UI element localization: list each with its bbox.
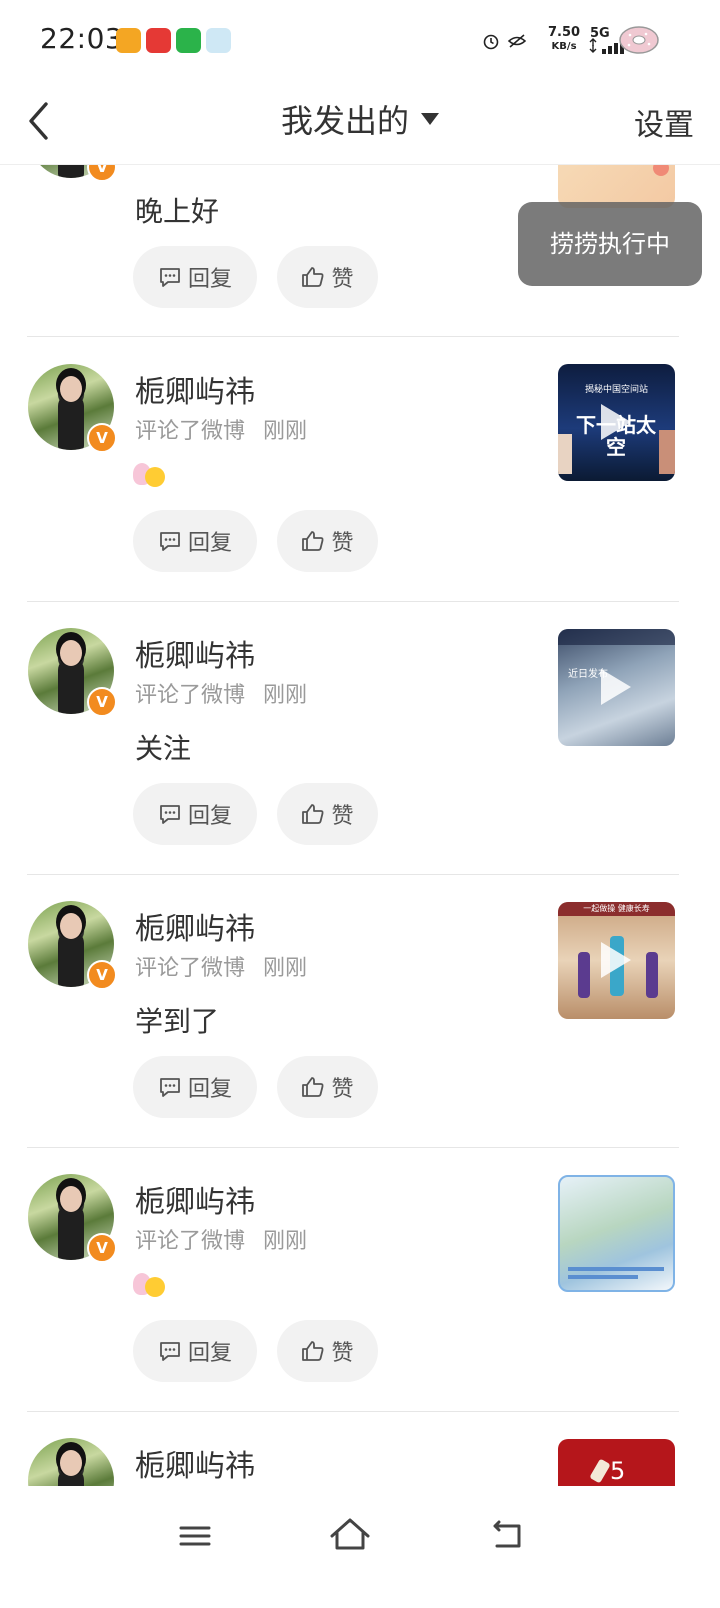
user-name[interactable]: 栀卿屿祎 — [135, 631, 255, 675]
reply-label: 回复 — [187, 531, 232, 556]
like-button[interactable]: 赞 — [277, 510, 378, 572]
net-speed: 7.50 KB/s — [548, 25, 581, 53]
comment-text: 学到了 — [135, 1005, 220, 1038]
status-time: 22:03 — [40, 22, 124, 55]
reply-button[interactable]: 回复 — [133, 510, 257, 572]
play-icon — [601, 669, 631, 705]
header-title-area: 我发出的 — [0, 96, 720, 142]
post-thumbnail[interactable]: 揭秘中国空间站 下一站太空 — [558, 364, 675, 481]
reply-label: 回复 — [187, 267, 232, 292]
title-dropdown[interactable]: 我发出的 — [281, 96, 439, 142]
like-label: 赞 — [331, 267, 354, 292]
reply-button[interactable]: 回复 — [133, 1320, 257, 1382]
top-navigation-bar: 我发出的 设置 — [0, 82, 720, 165]
user-name[interactable]: 栀卿屿祎 — [135, 1441, 255, 1485]
thumbs-up-icon — [302, 1077, 324, 1097]
reply-label: 回复 — [187, 1341, 232, 1366]
eye-off-icon — [507, 34, 527, 48]
reply-button[interactable]: 回复 — [133, 1056, 257, 1118]
post-thumbnail[interactable] — [558, 1175, 675, 1292]
like-label: 赞 — [331, 1077, 354, 1102]
thumbs-up-icon — [302, 531, 324, 551]
back-nav-icon[interactable] — [477, 1506, 537, 1566]
system-navigation-bar — [0, 1486, 720, 1608]
post-thumbnail[interactable]: 近日发布 — [558, 629, 675, 746]
wechat-app-icon — [176, 28, 201, 53]
comment-icon — [160, 1342, 180, 1361]
comment-text: 晚上好 — [135, 195, 220, 228]
pinduoduo-app-icon — [146, 28, 171, 53]
item-meta: 评论了微博刚刚 — [135, 419, 308, 444]
divider — [27, 336, 679, 337]
like-label: 赞 — [331, 531, 354, 556]
divider — [27, 601, 679, 602]
user-name[interactable]: 栀卿屿祎 — [135, 1177, 255, 1221]
divider — [27, 1147, 679, 1148]
like-label: 赞 — [331, 804, 354, 829]
reply-button[interactable]: 回复 — [133, 246, 257, 308]
thumbs-up-icon — [302, 1341, 324, 1361]
verified-badge-icon: V — [87, 423, 117, 453]
comment-icon — [160, 1078, 180, 1097]
thumbs-up-icon — [302, 804, 324, 824]
emoji-sticker-icon — [133, 461, 167, 489]
home-icon[interactable] — [320, 1506, 380, 1566]
bottle-icon — [589, 1458, 611, 1484]
divider — [27, 1411, 679, 1412]
comment-icon — [160, 268, 180, 287]
like-button[interactable]: 赞 — [277, 783, 378, 845]
play-icon — [601, 942, 631, 978]
reply-label: 回复 — [187, 804, 232, 829]
comment-icon — [160, 532, 180, 551]
verified-badge-icon: V — [87, 687, 117, 717]
alarm-icon — [483, 34, 499, 50]
thumbs-up-icon — [302, 267, 324, 287]
play-icon — [601, 404, 631, 440]
verified-badge-icon: V — [87, 960, 117, 990]
weibo-app-icon — [116, 28, 141, 53]
divider — [27, 874, 679, 875]
like-label: 赞 — [331, 1341, 354, 1366]
like-button[interactable]: 赞 — [277, 1320, 378, 1382]
page-title: 我发出的 — [280, 102, 409, 140]
like-button[interactable]: 赞 — [277, 1056, 378, 1118]
menu-icon[interactable] — [165, 1506, 225, 1566]
battery-donut-icon — [619, 26, 659, 54]
verified-badge-icon: V — [87, 1233, 117, 1263]
status-bar: 22:03 7.50 KB/s 5G — [0, 0, 720, 82]
comment-icon — [160, 805, 180, 824]
reply-label: 回复 — [187, 1077, 232, 1102]
item-meta: 评论了微博刚刚 — [135, 1229, 308, 1254]
reply-button[interactable]: 回复 — [133, 783, 257, 845]
settings-button[interactable]: 设置 — [634, 100, 694, 144]
game-app-icon — [206, 28, 231, 53]
like-button[interactable]: 赞 — [277, 246, 378, 308]
toast-message: 捞捞执行中 — [518, 202, 702, 286]
emoji-sticker-icon — [133, 1271, 167, 1299]
user-name[interactable]: 栀卿屿祎 — [135, 367, 255, 411]
comment-text: 关注 — [135, 732, 192, 765]
user-name[interactable]: 栀卿屿祎 — [135, 904, 255, 948]
caret-down-icon — [421, 113, 439, 125]
post-thumbnail[interactable]: 一起做操 健康长寿 — [558, 902, 675, 1019]
item-meta: 评论了微博刚刚 — [135, 956, 308, 981]
item-meta: 评论了微博刚刚 — [135, 683, 308, 708]
